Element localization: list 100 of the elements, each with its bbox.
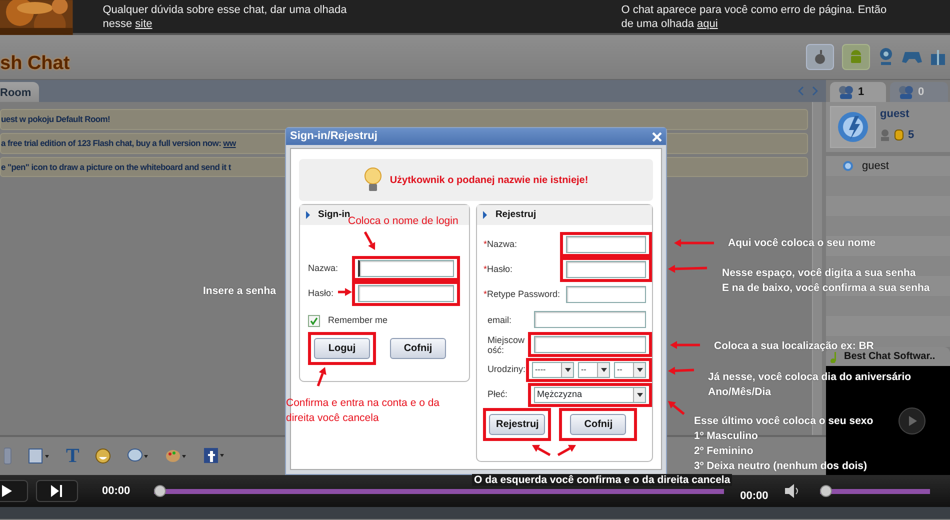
arrow (668, 366, 694, 375)
play-icon[interactable] (898, 406, 926, 434)
checkbox[interactable] (308, 314, 320, 327)
caret-icon (636, 368, 642, 372)
bird-icon (836, 110, 870, 144)
users-tab[interactable]: 1 (830, 82, 886, 102)
link[interactable]: site (135, 18, 152, 30)
room-tab[interactable]: Room (0, 82, 40, 102)
gift-icon[interactable] (930, 48, 946, 66)
palette-icon[interactable] (165, 448, 188, 464)
next-button[interactable] (36, 480, 78, 502)
input-field[interactable] (566, 261, 646, 278)
input-field[interactable] (534, 311, 646, 328)
caret-icon (564, 368, 570, 372)
speech-bubble-icon[interactable] (127, 448, 150, 464)
android-button[interactable] (842, 44, 870, 70)
field-label: *Retype Password: (483, 288, 560, 301)
annotation-text: Aqui você coloca o seu nome (728, 236, 876, 251)
arrow (670, 341, 700, 349)
dropdown-value: -- (581, 364, 586, 376)
dropdown[interactable]: -- (578, 362, 610, 378)
dropdown-value: Mężczyzna (537, 388, 582, 401)
arrow (557, 444, 576, 456)
required-mark: * (483, 264, 487, 274)
gamepad-icon[interactable] (902, 49, 922, 65)
check-icon (310, 316, 318, 325)
banner-text: de uma olhada (621, 18, 695, 30)
media-title: Best Chat Softwar.. (844, 350, 936, 364)
banner-text: O chat aparece para você como erro de página. Então (621, 3, 888, 17)
link[interactable]: ww (223, 138, 236, 148)
link[interactable]: aqui (697, 18, 718, 30)
annotation-text: Confirma e entra na conta e o da (286, 396, 440, 411)
arrow (668, 401, 685, 415)
annotation-text: Insere a senha (203, 284, 276, 299)
logo-text: sh Chat (0, 52, 70, 76)
input-field[interactable] (358, 285, 454, 302)
triangle-icon (483, 211, 488, 219)
dialog-button[interactable]: Loguj (314, 338, 370, 358)
skip-icon (51, 485, 63, 497)
unknown-user-icon (880, 128, 890, 141)
caret-icon (636, 392, 642, 396)
caret-icon (600, 368, 606, 372)
slider-thumb[interactable] (154, 484, 166, 496)
panel-title: Sign-in (318, 208, 350, 220)
field-label: Urodziny: (486, 362, 526, 376)
arrow (364, 231, 376, 250)
coins-icon (894, 128, 904, 141)
dropdown-value: -- (617, 364, 622, 376)
field-label: Hasło: (308, 286, 334, 300)
triangle-icon (306, 211, 310, 219)
field-label: Płeć: (486, 388, 508, 401)
banner-text: Qualquer dúvida sobre esse chat, dar uma olhada (102, 3, 348, 17)
time-label: 00:00 (740, 488, 768, 504)
annotation-text: Esse último você coloca o seu sexo (694, 414, 874, 429)
annotation-text: Já nesse, você coloca dia do aniversário (708, 370, 912, 385)
dialog-button[interactable]: Cofnij (390, 338, 446, 358)
user-name: guest (880, 107, 910, 122)
user-name: guest (862, 158, 889, 174)
robot-icon (849, 49, 863, 65)
chat-message: uest w pokoju Default Room! (0, 109, 808, 130)
field-label: Nazwa: (308, 262, 338, 275)
light-bulb-icon (364, 167, 382, 193)
arrow (674, 239, 714, 247)
text-box-icon[interactable] (28, 448, 50, 464)
input-field[interactable] (534, 336, 646, 353)
field-label: email: (486, 314, 512, 324)
annotation-text: Nesse espaço, você digita a sua senha (722, 266, 917, 281)
close-icon[interactable] (652, 132, 662, 142)
dialog-button[interactable]: Cofnij (570, 414, 626, 435)
arrow (532, 444, 551, 456)
users-icon (838, 85, 854, 99)
annotation-text: 3º Deixa neutro (nenhum dos dois) (694, 459, 868, 474)
dropdown-value: ---- (535, 364, 546, 376)
apple-button[interactable] (806, 44, 834, 70)
user-count: 1 (858, 84, 864, 100)
user-list-item[interactable]: guest (826, 156, 950, 176)
smiley-icon[interactable] (95, 448, 112, 464)
field-label: Miejscowość: (486, 334, 526, 354)
annotation-text: 1º Masculino (694, 429, 759, 444)
input-field[interactable] (566, 236, 646, 253)
dropdown[interactable]: Mężczyzna (534, 386, 646, 402)
webcam-icon[interactable] (878, 47, 894, 67)
time-label: 00:00 (102, 484, 130, 499)
annotation-text: E na de baixo, você confirma a sua senha (722, 281, 930, 296)
banner-text: nesse (102, 18, 134, 30)
dropdown[interactable]: -- (614, 362, 646, 378)
field-label: *Nazwa: (483, 238, 517, 251)
points-count: 5 (908, 128, 914, 142)
required-mark: * (483, 288, 487, 299)
user-count: 0 (918, 84, 924, 100)
avatar[interactable] (830, 106, 876, 148)
panel-title: Rejestruj (495, 208, 536, 222)
slider-thumb[interactable] (820, 484, 832, 496)
annotation-text: 2º Feminino (694, 444, 754, 459)
required-mark: * (483, 238, 487, 249)
dropdown[interactable]: ---- (532, 362, 574, 378)
speaker-icon[interactable] (784, 484, 800, 498)
input-field[interactable] (566, 286, 646, 303)
dialog-button[interactable]: Rejestruj (489, 414, 546, 435)
input-field[interactable] (358, 260, 454, 277)
